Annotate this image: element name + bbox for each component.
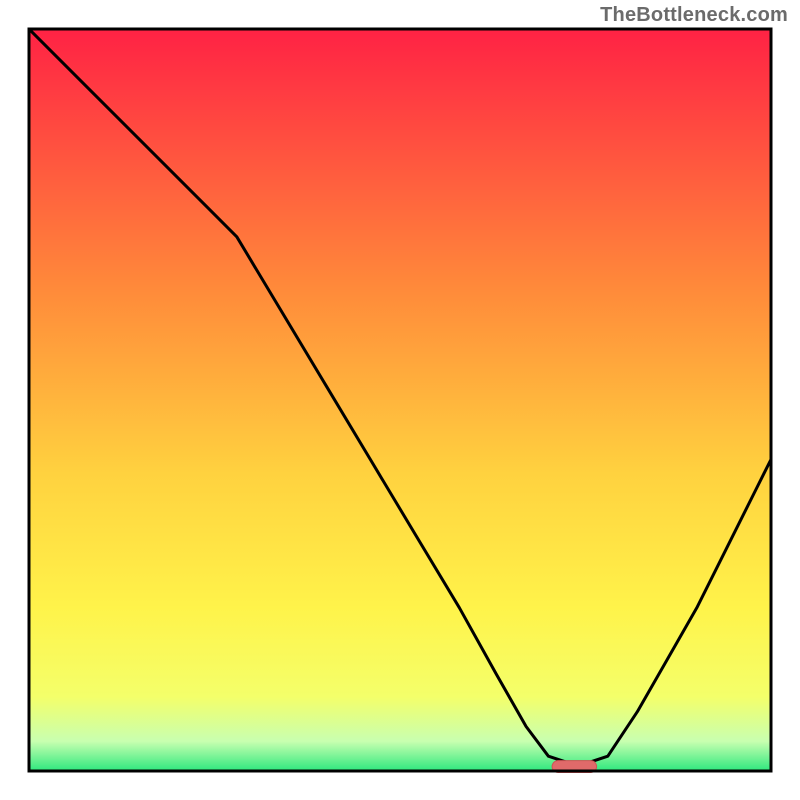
watermark-text: TheBottleneck.com — [600, 4, 788, 27]
bottleneck-chart — [0, 0, 800, 800]
chart-container: TheBottleneck.com — [0, 0, 800, 800]
